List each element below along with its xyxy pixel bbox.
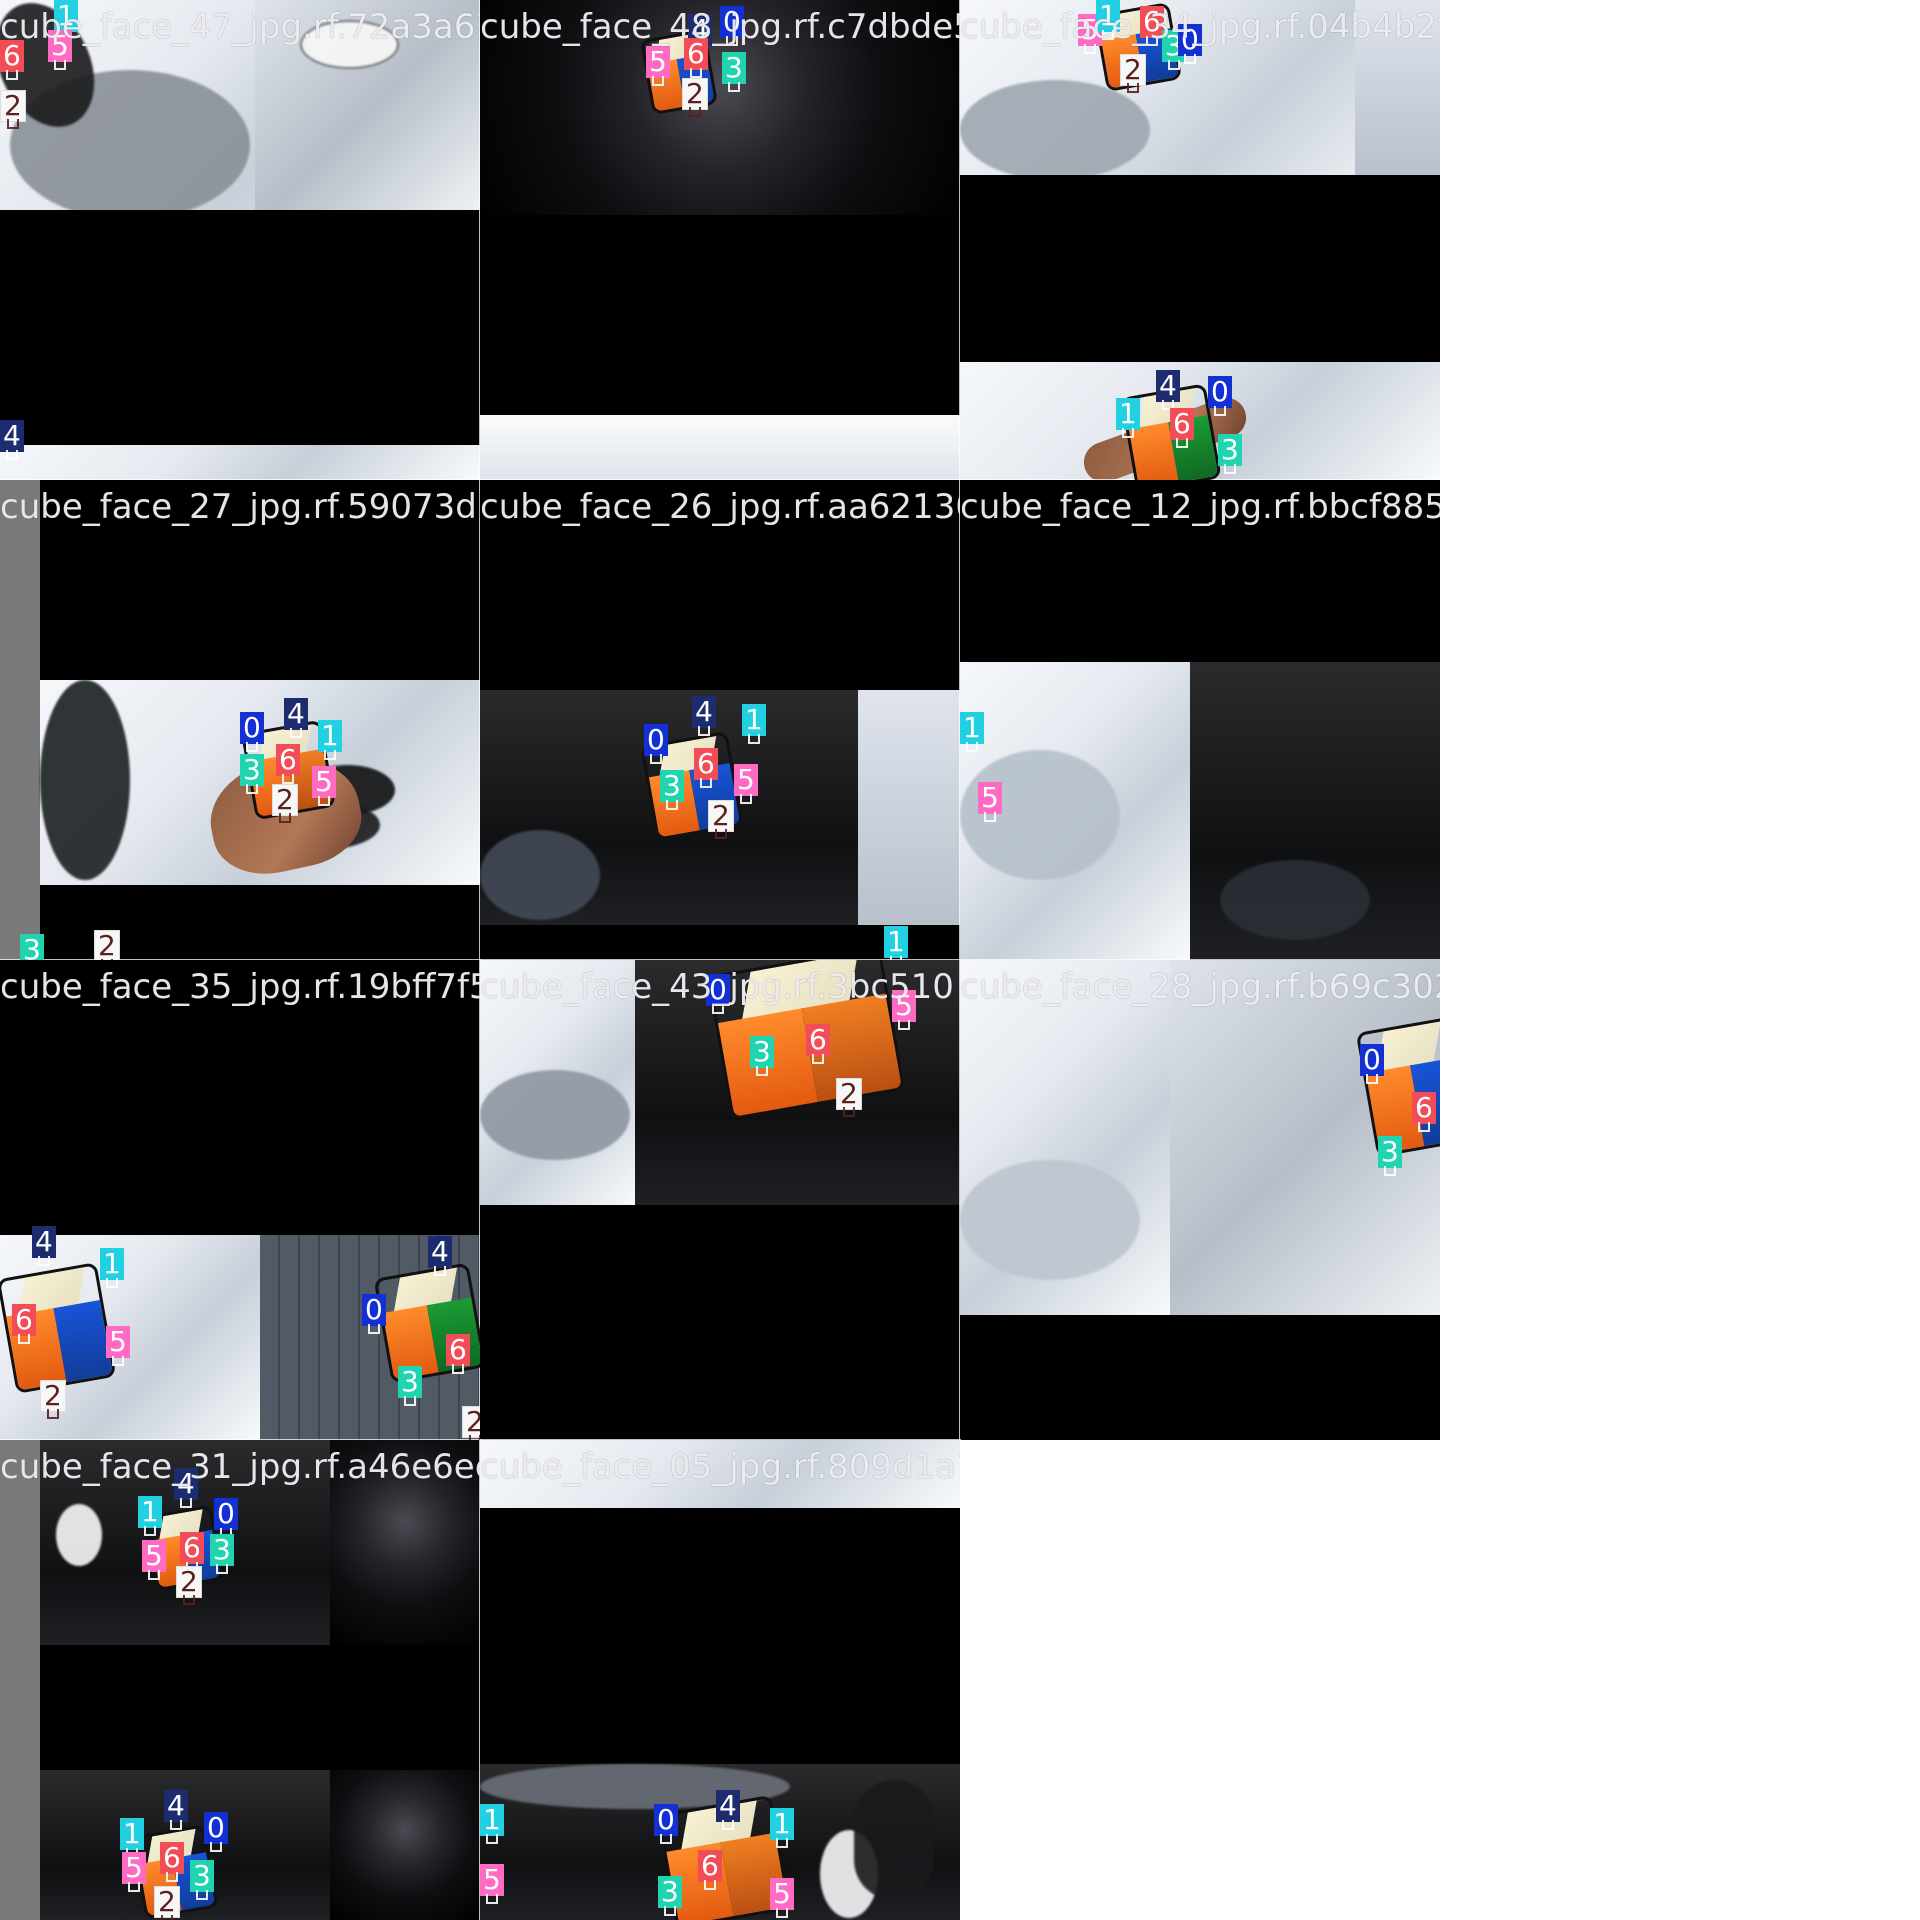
tile-7-tag-0: 0 (706, 974, 730, 1014)
tile-0-tag-3: 2 (0, 90, 26, 129)
tile-0-tag-0: 1 (54, 0, 78, 40)
tile-8-tag-1: 6 (1412, 1092, 1436, 1132)
tile-6-tag-4: 2 (40, 1380, 66, 1419)
tile-6-tag-3: 5 (106, 1326, 130, 1366)
tile-9-tag-3: 5 (142, 1540, 166, 1580)
image-tile-0: cube_face_47_jpg.rf.72a3a67084dbd4189f7f… (0, 0, 480, 480)
tile-10-tag-6: 3 (658, 1876, 682, 1916)
tile-6-tag-6: 0 (362, 1294, 386, 1334)
tile-7-tag-1: 5 (892, 990, 916, 1030)
image-tile-10: cube_face_05_jpg.rf.809d1a1f5be4f658e03a… (480, 1440, 960, 1920)
tile-1-tag-4: 3 (722, 52, 746, 92)
tile-0-tag-1: 6 (0, 40, 24, 80)
tile-9-tag-11: 6 (160, 1842, 184, 1882)
image-tile-4: cube_face_26_jpg.rf.aa62130de35a5e835212… (480, 480, 960, 960)
tile-2-tag-5: 2 (1120, 54, 1146, 93)
tile-9-tag-2: 0 (214, 1498, 238, 1538)
tile-10-tag-4: 5 (480, 1864, 504, 1904)
tile-4-tag-0: 4 (692, 696, 716, 736)
tile-6-tag-7: 6 (446, 1334, 470, 1374)
tile-2-tag-6: 4 (1156, 370, 1180, 410)
tile-10-tag-5: 6 (698, 1850, 722, 1890)
tile-7-tag-2: 3 (750, 1036, 774, 1076)
image-tile-6: cube_face_35_jpg.rf.19bff7f50e59a2863a 4… (0, 960, 480, 1440)
tile-6-tag-5: 4 (428, 1236, 452, 1276)
tile-4-tag-4: 6 (694, 748, 718, 788)
tile-6-tag-9: 2 (462, 1406, 480, 1440)
image-mosaic: cube_face_47_jpg.rf.72a3a67084dbd4189f7f… (0, 0, 1440, 1920)
tile-2-tag-9: 0 (1208, 376, 1232, 416)
tile-6-tag-8: 3 (398, 1366, 422, 1406)
tile-10-tag-2: 0 (654, 1804, 678, 1844)
tile-10-tag-0: 4 (716, 1790, 740, 1830)
tile-6-tag-0: 4 (32, 1226, 56, 1266)
tile-9-tag-1: 1 (138, 1496, 162, 1536)
tile-9-tag-0: 4 (174, 1468, 198, 1508)
tile-3-tag-2: 1 (318, 720, 342, 760)
tile-9-tag-5: 3 (210, 1534, 234, 1574)
tile-10-tag-7: 5 (770, 1878, 794, 1918)
tile-4-tag-2: 0 (644, 724, 668, 764)
image-tile-5: cube_face_12_jpg.rf.bbcf885459ee3318474a… (960, 480, 1440, 960)
tile-0-tag-2: 5 (48, 30, 72, 70)
tile-9-tag-8: 1 (120, 1818, 144, 1858)
tile-0-tag-4: 4 (0, 420, 24, 460)
tile-1-tag-5: 2 (682, 78, 708, 117)
tile-5-tag-1: 5 (978, 782, 1002, 822)
tile-9-tag-9: 0 (204, 1812, 228, 1852)
tile-2-tag-10: 3 (1218, 434, 1242, 474)
image-tile-2: cube_face_34_jpg.rf.04b4b2fdfd3343a6950c… (960, 0, 1440, 480)
tile-4-tag-6: 2 (708, 800, 734, 839)
tile-9-tag-12: 3 (190, 1860, 214, 1900)
tile-2-tag-1: 1 (1096, 0, 1120, 40)
tile-1-tag-2: 5 (646, 46, 670, 86)
tile-5-tag-0: 1 (960, 712, 984, 752)
tile-2-tag-8: 6 (1170, 408, 1194, 448)
image-tile-7: cube_face_43_jpg.rf.3bc510 0 5 3 6 2 (480, 960, 960, 1440)
tile-9-tag-4: 6 (180, 1532, 204, 1572)
tile-3-tag-0: 4 (284, 698, 308, 738)
tile-3-tag-5: 5 (312, 766, 336, 806)
tile-8-tag-0: 0 (1360, 1044, 1384, 1084)
tile-2-tag-7: 1 (1116, 398, 1140, 438)
tile-4-tag-1: 1 (742, 704, 766, 744)
tile-2-tag-4: 0 (1178, 24, 1202, 64)
tile-3-tag-3: 3 (240, 754, 264, 794)
tile-9-tag-7: 4 (164, 1790, 188, 1830)
tile-8-tag-2: 3 (1378, 1136, 1402, 1176)
image-tile-8: cube_face_28_jpg.rf.b69c302c21491bf97f29… (960, 960, 1440, 1440)
tile-1-tag-1: 0 (720, 6, 744, 46)
tile-3-tag-6: 2 (272, 784, 298, 823)
tile-10-tag-1: 1 (480, 1804, 504, 1844)
tile-7-tag-4: 2 (836, 1078, 862, 1117)
tile-9-tag-10: 5 (122, 1852, 146, 1892)
tile-4-tag-5: 5 (734, 764, 758, 804)
tile-9-tag-13: 2 (154, 1886, 180, 1920)
tile-6-tag-1: 1 (100, 1248, 124, 1288)
image-tile-9: cube_face_31_jpg.rf.a46e6eca 4 1 0 5 6 3… (0, 1440, 480, 1920)
tile-10-tag-3: 1 (770, 1808, 794, 1848)
tile-4-tag-7: 1 (884, 926, 908, 960)
tile-6-tag-2: 6 (12, 1304, 36, 1344)
tile-7-tag-3: 6 (806, 1024, 830, 1064)
image-tile-3: cube_face_27_jpg.rf.59073db0b6fae4759c26… (0, 480, 480, 960)
image-tile-1: cube_face_48_jpg.rf.c7dbde533ed5f4a7efc7… (480, 0, 960, 480)
tile-3-tag-4: 6 (276, 744, 300, 784)
tile-3-tag-8: 2 (94, 930, 120, 960)
tile-1-tag-3: 6 (684, 38, 708, 78)
tile-4-tag-3: 3 (660, 770, 684, 810)
tile-9-tag-6: 2 (176, 1566, 202, 1605)
tile-3-tag-1: 0 (240, 712, 264, 752)
tile-2-tag-2: 6 (1140, 6, 1164, 46)
tile-3-tag-7: 3 (20, 934, 44, 960)
